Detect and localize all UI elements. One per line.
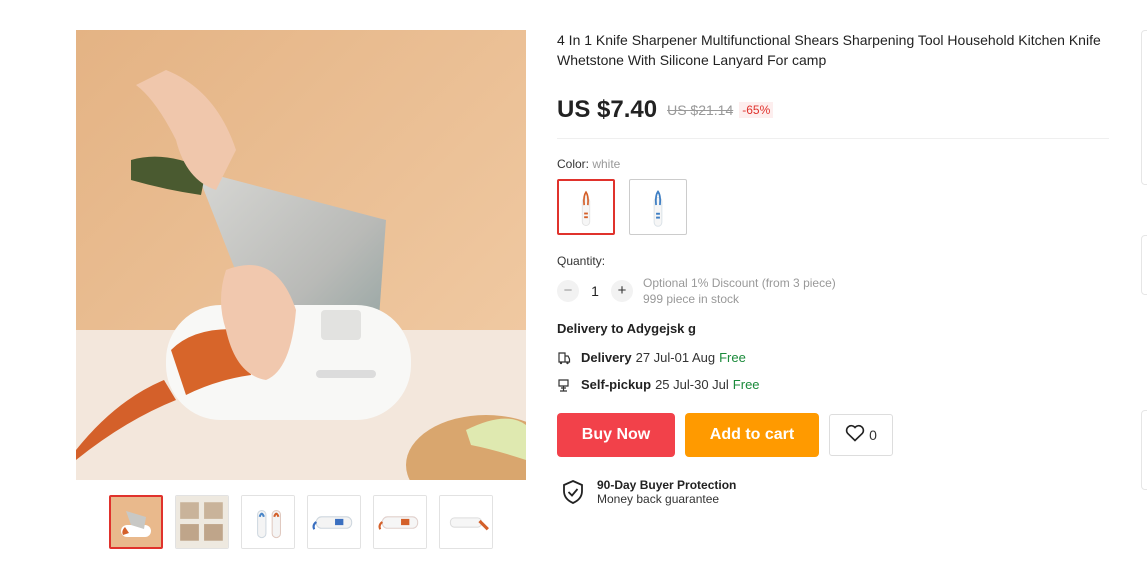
quantity-value[interactable]: 1 bbox=[579, 283, 611, 299]
bulk-discount-note: Optional 1% Discount (from 3 piece) bbox=[643, 276, 836, 290]
shield-check-icon bbox=[562, 480, 584, 504]
color-swatch-blue-lanyard[interactable] bbox=[629, 179, 687, 235]
shipping-option-dates: 27 Jul-01 Aug bbox=[635, 350, 716, 365]
main-product-image[interactable] bbox=[76, 30, 526, 480]
shipping-option-label: Self-pickup bbox=[581, 377, 652, 392]
quantity-row: − 1 + Optional 1% Discount (from 3 piece… bbox=[557, 275, 1112, 307]
color-label-text: Color: bbox=[557, 157, 593, 171]
thumbnail-1[interactable] bbox=[109, 495, 163, 549]
thumbnail-3[interactable] bbox=[241, 495, 295, 549]
discount-badge: -65% bbox=[739, 102, 774, 118]
shipping-option-dates: 25 Jul-30 Jul bbox=[655, 377, 729, 392]
original-price: US $21.14 bbox=[667, 102, 734, 118]
quantity-decrease-button[interactable]: − bbox=[557, 280, 579, 302]
shipping-option-cost: Free bbox=[732, 377, 760, 392]
shipping-option-self-pickup: Self-pickup 25 Jul-30 Jul Free bbox=[557, 377, 1112, 392]
side-panel-edge bbox=[1141, 410, 1147, 490]
stock-count: 999 piece in stock bbox=[643, 292, 740, 306]
quantity-increase-button[interactable]: + bbox=[611, 280, 633, 302]
shipping-option-label: Delivery bbox=[581, 350, 632, 365]
color-swatch-red-lanyard[interactable] bbox=[557, 179, 615, 235]
pickup-icon bbox=[557, 378, 571, 392]
current-price: US $7.40 bbox=[557, 96, 658, 123]
thumbnail-5[interactable] bbox=[373, 495, 427, 549]
color-selected-value: white bbox=[592, 157, 621, 171]
buyer-protection[interactable]: 90-Day Buyer Protection Money back guara… bbox=[562, 478, 1112, 506]
delivery-destination[interactable]: Delivery to Adygejsk g bbox=[557, 321, 1112, 336]
shipping-option-delivery: Delivery 27 Jul-01 Aug Free bbox=[557, 350, 1112, 365]
divider bbox=[557, 138, 1109, 139]
color-label: Color: white bbox=[557, 157, 1112, 171]
color-swatches bbox=[557, 179, 1112, 235]
buy-now-button[interactable]: Buy Now bbox=[557, 413, 675, 457]
product-info: 4 In 1 Knife Sharpener Multifunctional S… bbox=[557, 30, 1112, 506]
add-to-cart-button[interactable]: Add to cart bbox=[685, 413, 819, 457]
thumbnail-6[interactable] bbox=[439, 495, 493, 549]
wishlist-count: 0 bbox=[869, 427, 877, 443]
shipping-option-cost: Free bbox=[719, 350, 746, 365]
thumbnail-2[interactable] bbox=[175, 495, 229, 549]
side-panel-edge bbox=[1141, 235, 1147, 295]
purchase-actions: Buy Now Add to cart 0 bbox=[557, 413, 1112, 457]
protection-title: 90-Day Buyer Protection bbox=[597, 478, 737, 492]
wishlist-button[interactable]: 0 bbox=[829, 414, 893, 456]
product-title: 4 In 1 Knife Sharpener Multifunctional S… bbox=[557, 32, 1101, 68]
thumbnail-4[interactable] bbox=[307, 495, 361, 549]
protection-subtitle: Money back guarantee bbox=[597, 492, 720, 506]
price-row: US $7.40 US $21.14 -65% bbox=[557, 96, 1112, 124]
quantity-notes: Optional 1% Discount (from 3 piece) 999 … bbox=[643, 275, 836, 307]
thumbnail-strip bbox=[109, 495, 493, 549]
truck-icon bbox=[557, 351, 571, 365]
heart-icon bbox=[845, 424, 865, 447]
side-panel-edge bbox=[1141, 30, 1147, 185]
quantity-label: Quantity: bbox=[557, 254, 606, 268]
